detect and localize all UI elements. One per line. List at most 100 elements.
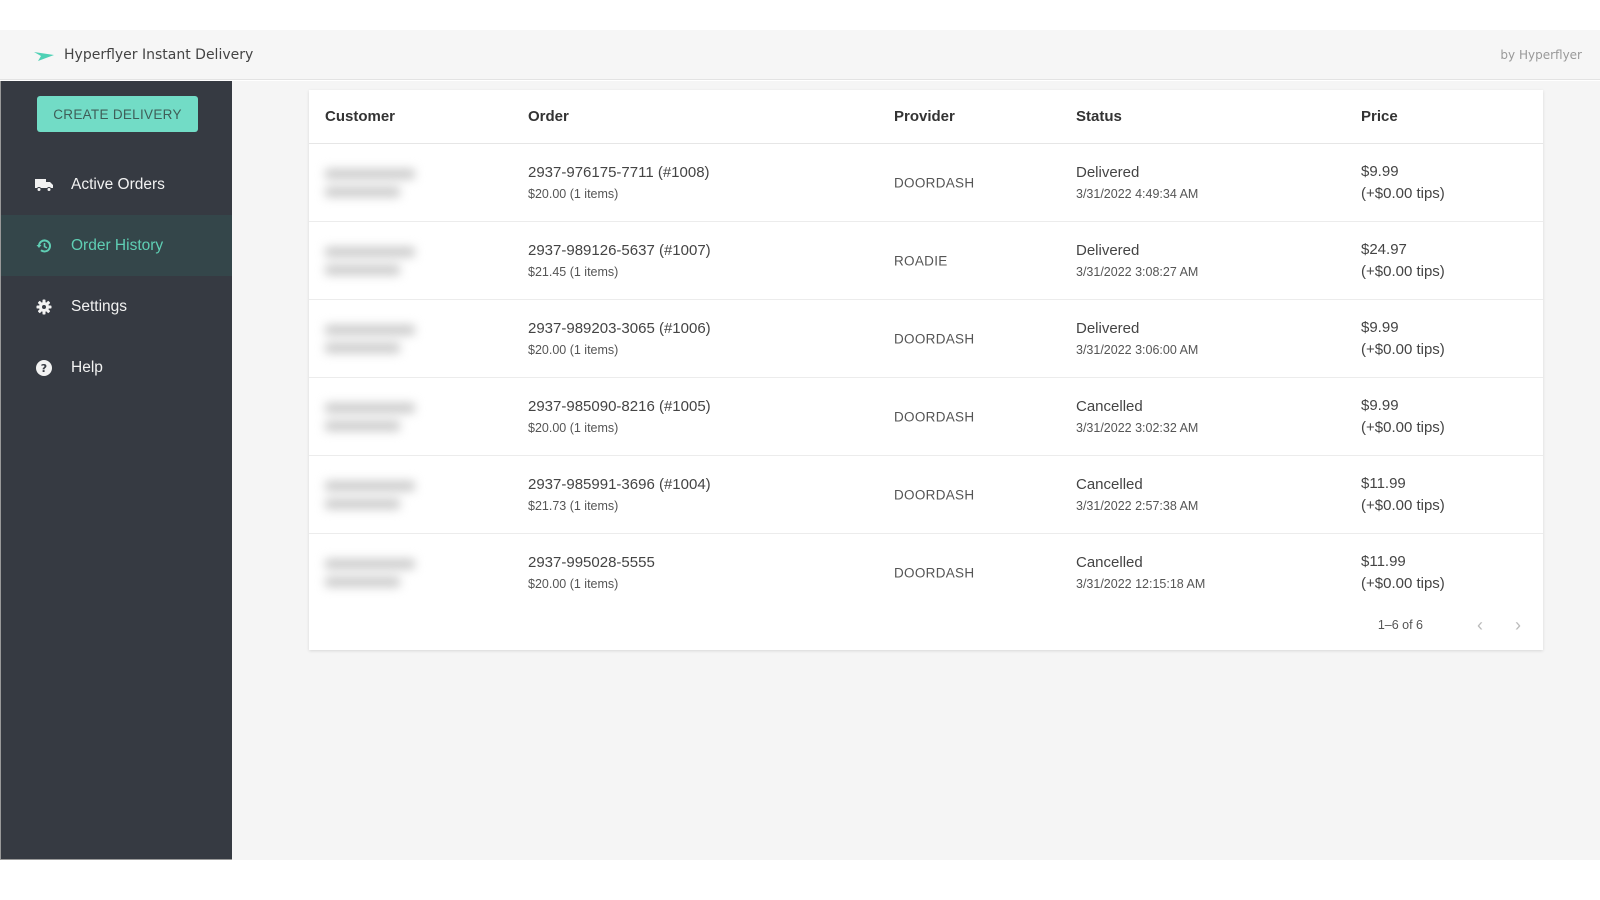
table-row[interactable]: 2937-985090-8216 (#1005) $20.00 (1 items… (309, 378, 1543, 456)
status-cell: Delivered 3/31/2022 3:06:00 AM (1076, 318, 1198, 360)
sidebar-item-label: Order History (71, 236, 164, 254)
price-value: $9.99 (1361, 318, 1399, 336)
sidebar-item-active-orders[interactable]: Active Orders (1, 154, 232, 215)
truck-icon (35, 176, 53, 194)
table-row[interactable]: 2937-985991-3696 (#1004) $21.73 (1 items… (309, 456, 1543, 534)
table-header: Customer Order Provider Status Price (309, 90, 1543, 144)
order-id: 2937-989126-5637 (#1007) (528, 241, 711, 259)
sidebar-item-order-history[interactable]: Order History (1, 215, 232, 276)
status-timestamp: 3/31/2022 3:02:32 AM (1076, 420, 1199, 435)
main-content: Customer Order Provider Status Price 293… (232, 81, 1600, 860)
order-cell: 2937-989203-3065 (#1006) $20.00 (1 items… (528, 318, 711, 360)
app-window: Hyperflyer Instant Delivery by Hyperflye… (0, 30, 1600, 860)
column-header-order[interactable]: Order (528, 108, 569, 125)
provider-name: ROADIE (894, 253, 948, 268)
status-label: Delivered (1076, 319, 1140, 337)
create-delivery-button[interactable]: CREATE DELIVERY (37, 96, 198, 132)
customer-name-blurred (325, 317, 425, 361)
app-title: Hyperflyer Instant Delivery (64, 46, 254, 63)
price-cell: $24.97 (+$0.00 tips) (1361, 239, 1445, 283)
table-body: 2937-976175-7711 (#1008) $20.00 (1 items… (309, 144, 1543, 612)
status-timestamp: 3/31/2022 3:06:00 AM (1076, 342, 1199, 357)
svg-text:?: ? (41, 362, 47, 375)
price-cell: $9.99 (+$0.00 tips) (1361, 161, 1445, 205)
provider-name: DOORDASH (894, 565, 975, 581)
price-cell: $11.99 (+$0.00 tips) (1361, 551, 1445, 595)
customer-cell (325, 551, 425, 595)
status-label: Delivered (1076, 163, 1140, 181)
order-detail: $21.73 (1 items) (528, 498, 619, 513)
column-header-provider[interactable]: Provider (894, 108, 955, 125)
provider-name: DOORDASH (894, 409, 975, 424)
customer-cell (325, 161, 425, 205)
chevron-right-icon[interactable]: › (1505, 612, 1531, 638)
table-row[interactable]: 2937-976175-7711 (#1008) $20.00 (1 items… (309, 144, 1543, 222)
history-icon (35, 237, 53, 255)
order-detail: $20.00 (1 items) (528, 186, 619, 201)
status-label: Cancelled (1076, 554, 1143, 571)
customer-cell (325, 239, 425, 283)
order-id: 2937-976175-7711 (#1008) (528, 163, 710, 181)
status-timestamp: 3/31/2022 2:57:38 AM (1076, 498, 1199, 513)
tips-value: (+$0.00 tips) (1361, 418, 1445, 436)
order-cell: 2937-989126-5637 (#1007) $21.45 (1 items… (528, 240, 711, 282)
pagination-range: 1–6 of 6 (1377, 618, 1423, 632)
status-cell: Cancelled 3/31/2022 2:57:38 AM (1076, 474, 1198, 516)
order-cell: 2937-985991-3696 (#1004) $21.73 (1 items… (528, 474, 711, 516)
status-timestamp: 3/31/2022 12:15:18 AM (1076, 577, 1206, 591)
customer-cell (325, 395, 425, 439)
order-id: 2937-995028-5555 (528, 554, 655, 571)
sidebar-item-settings[interactable]: Settings (1, 276, 232, 337)
paper-plane-icon (34, 49, 54, 61)
order-cell: 2937-985090-8216 (#1005) $20.00 (1 items… (528, 396, 711, 438)
provider-name: DOORDASH (894, 487, 975, 502)
gear-icon (35, 298, 53, 316)
sidebar: CREATE DELIVERY Active Orders Order Hist… (0, 81, 232, 860)
price-value: $11.99 (1361, 474, 1406, 492)
order-detail: $20.00 (1 items) (528, 420, 619, 435)
brand: Hyperflyer Instant Delivery (34, 47, 253, 63)
sidebar-item-label: Active Orders (71, 175, 165, 193)
status-cell: Cancelled 3/31/2022 3:02:32 AM (1076, 396, 1198, 438)
customer-name-blurred (325, 161, 425, 205)
tips-value: (+$0.00 tips) (1361, 575, 1445, 592)
price-cell: $9.99 (+$0.00 tips) (1361, 395, 1445, 439)
customer-cell (325, 473, 425, 517)
customer-cell (325, 317, 425, 361)
tips-value: (+$0.00 tips) (1361, 184, 1445, 202)
order-id: 2937-989203-3065 (#1006) (528, 319, 711, 337)
help-circle-icon: ? (35, 359, 53, 377)
column-header-customer[interactable]: Customer (325, 108, 395, 125)
price-cell: $9.99 (+$0.00 tips) (1361, 317, 1445, 361)
column-header-status[interactable]: Status (1076, 108, 1122, 125)
price-value: $11.99 (1361, 553, 1406, 570)
customer-name-blurred (325, 239, 425, 283)
order-detail: $21.45 (1 items) (528, 264, 619, 279)
top-bar: Hyperflyer Instant Delivery by Hyperflye… (0, 30, 1600, 80)
order-detail: $20.00 (1 items) (528, 342, 619, 357)
order-history-table: Customer Order Provider Status Price 293… (309, 90, 1543, 650)
provider-name: DOORDASH (894, 331, 975, 346)
order-id: 2937-985991-3696 (#1004) (528, 475, 711, 493)
price-value: $9.99 (1361, 162, 1399, 180)
status-label: Cancelled (1076, 397, 1143, 415)
table-row[interactable]: 2937-989203-3065 (#1006) $20.00 (1 items… (309, 300, 1543, 378)
pagination: 1–6 of 6 ‹ › (309, 600, 1543, 650)
sidebar-item-help[interactable]: ? Help (1, 337, 232, 398)
sidebar-item-label: Settings (71, 297, 128, 315)
order-id: 2937-985090-8216 (#1005) (528, 397, 711, 415)
provider-name: DOORDASH (894, 175, 975, 190)
order-cell: 2937-995028-5555 $20.00 (1 items) (528, 552, 655, 594)
sidebar-item-label: Help (71, 358, 103, 376)
column-header-price[interactable]: Price (1361, 108, 1398, 125)
customer-name-blurred (325, 395, 425, 439)
sidebar-nav: Active Orders Order History Settings ? H… (1, 154, 232, 398)
price-value: $9.99 (1361, 396, 1399, 414)
by-hyperflyer-label: by Hyperflyer (1500, 47, 1582, 62)
status-timestamp: 3/31/2022 3:08:27 AM (1076, 264, 1199, 279)
order-detail: $20.00 (1 items) (528, 577, 619, 591)
chevron-left-icon[interactable]: ‹ (1467, 612, 1493, 638)
table-row[interactable]: 2937-989126-5637 (#1007) $21.45 (1 items… (309, 222, 1543, 300)
status-label: Delivered (1076, 241, 1140, 259)
status-cell: Delivered 3/31/2022 3:08:27 AM (1076, 240, 1198, 282)
